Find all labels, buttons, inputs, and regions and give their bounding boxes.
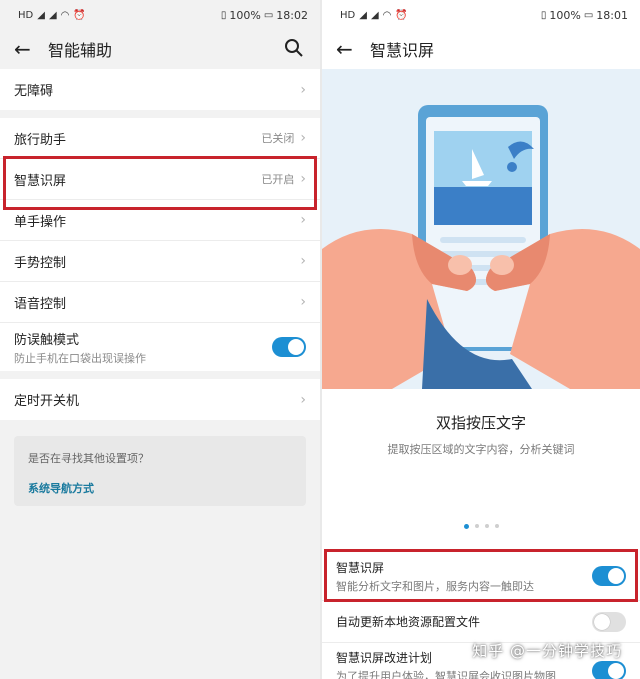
chevron-right-icon: › — [300, 391, 306, 408]
chevron-right-icon: › — [300, 253, 306, 269]
row-label: 定时开关机 — [14, 394, 80, 409]
group-assist: 旅行助手 已关闭 › 智慧识屏 已开启 › 单手操作 › 手势控制 › 语音控制… — [0, 118, 320, 371]
row-value: 已开启 — [261, 173, 295, 186]
anti-touch-toggle[interactable] — [272, 337, 306, 357]
back-arrow-icon[interactable]: ← — [336, 37, 370, 61]
row-accessibility[interactable]: 无障碍 › — [0, 69, 320, 110]
row-sublabel: 为了提升用户体验，智慧识屏会收识图片物图 — [336, 670, 556, 679]
chevron-right-icon: › — [300, 212, 306, 228]
clock: 18:02 — [276, 8, 308, 22]
vibrate-icon: ▯ — [220, 9, 227, 21]
row-label: 手势控制 — [14, 255, 67, 271]
row-label: 单手操作 — [14, 214, 67, 230]
row-gesture[interactable]: 手势控制 › — [0, 241, 320, 282]
status-bar: HD ◢ ◢ ◠ ⏰ ▯ 100% ▭ 18:01 — [322, 0, 640, 30]
chevron-right-icon: › — [300, 294, 306, 310]
auto-update-toggle[interactable] — [592, 611, 626, 632]
tip-card: 是否在寻找其他设置项？ 系统导航方式 — [14, 436, 306, 506]
smart-screen-toggle[interactable] — [592, 566, 626, 586]
row-sublabel: 智能分析文字和图片，服务内容一触即达 — [336, 579, 534, 593]
alarm-icon: ⏰ — [73, 9, 86, 21]
row-sublabel: 防止手机在口袋出现误操作 — [14, 351, 146, 365]
battery-percent: 100% — [229, 8, 261, 22]
status-bar: HD ◢ ◢ ◠ ⏰ ▯ 100% ▭ 18:02 — [0, 0, 320, 30]
row-anti-touch[interactable]: 防误触模式 防止手机在口袋出现误操作 — [0, 323, 320, 371]
row-one-hand[interactable]: 单手操作 › — [0, 200, 320, 241]
chevron-right-icon: › — [300, 81, 306, 98]
row-label: 自动更新本地资源配置文件 — [336, 615, 481, 629]
chevron-right-icon: › — [300, 171, 306, 187]
signal2-icon: ◢ — [48, 9, 57, 21]
row-smart-screen-switch[interactable]: 智慧识屏 智能分析文字和图片，服务内容一触即达 — [322, 552, 640, 600]
system-navigation-link[interactable]: 系统导航方式 — [28, 480, 292, 496]
signal2-icon: ◢ — [370, 9, 379, 21]
app-bar: ← 智能辅助 — [0, 30, 320, 68]
battery-icon: ▭ — [263, 9, 274, 21]
signal-icon: ◢ — [37, 9, 45, 21]
page-title: 智能辅助 — [48, 41, 113, 60]
row-label: 智慧识屏 — [14, 173, 67, 189]
feature-subtitle: 提取按压区域的文字内容，分析关键词 — [387, 443, 575, 456]
group-timer: 定时开关机 › — [0, 379, 320, 420]
app-bar: ← 智慧识屏 — [322, 30, 640, 68]
back-arrow-icon[interactable]: ← — [14, 37, 48, 61]
row-auto-update[interactable]: 自动更新本地资源配置文件 — [322, 600, 640, 642]
search-icon[interactable] — [284, 38, 306, 60]
clock: 18:01 — [596, 8, 628, 22]
right-screen: HD ◢ ◢ ◠ ⏰ ▯ 100% ▭ 18:01 ← 智慧识屏 双指按压文字 … — [322, 0, 640, 679]
row-scheduled-power[interactable]: 定时开关机 › — [0, 379, 320, 420]
battery-percent: 100% — [549, 8, 581, 22]
tip-question: 是否在寻找其他设置项？ — [28, 452, 149, 465]
wifi-icon: ◠ — [382, 9, 392, 21]
group-accessibility: 无障碍 › — [0, 69, 320, 110]
chevron-right-icon: › — [300, 130, 306, 146]
row-label: 无障碍 — [14, 84, 54, 99]
wifi-icon: ◠ — [60, 9, 70, 21]
left-screen: HD ◢ ◢ ◠ ⏰ ▯ 100% ▭ 18:02 ← 智能辅助 无障碍 › 旅… — [0, 0, 320, 679]
signal-icon: ◢ — [359, 9, 367, 21]
row-voice[interactable]: 语音控制 › — [0, 282, 320, 323]
page-dot — [474, 524, 479, 528]
row-label: 语音控制 — [14, 296, 67, 312]
page-title: 智慧识屏 — [370, 41, 435, 60]
row-smart-screen[interactable]: 智慧识屏 已开启 › — [0, 159, 320, 200]
row-value: 已关闭 — [261, 132, 295, 145]
vibrate-icon: ▯ — [540, 9, 547, 21]
hd-icon: HD — [18, 9, 34, 21]
row-travel-assistant[interactable]: 旅行助手 已关闭 › — [0, 118, 320, 159]
watermark: 知乎 @一分钟学技巧 — [472, 642, 622, 660]
row-label: 防误触模式 — [14, 332, 80, 348]
alarm-icon: ⏰ — [395, 9, 408, 21]
page-indicator — [322, 524, 640, 529]
improvement-plan-toggle[interactable] — [592, 661, 626, 679]
row-label: 智慧识屏 — [336, 560, 385, 575]
battery-icon: ▭ — [583, 9, 594, 21]
page-dot — [494, 524, 499, 528]
feature-title: 双指按压文字 — [435, 414, 526, 432]
page-dot — [484, 524, 489, 528]
page-dot — [463, 524, 469, 529]
illustration-hands-phone — [322, 69, 640, 389]
hd-icon: HD — [340, 9, 356, 21]
row-label: 旅行助手 — [14, 132, 67, 148]
